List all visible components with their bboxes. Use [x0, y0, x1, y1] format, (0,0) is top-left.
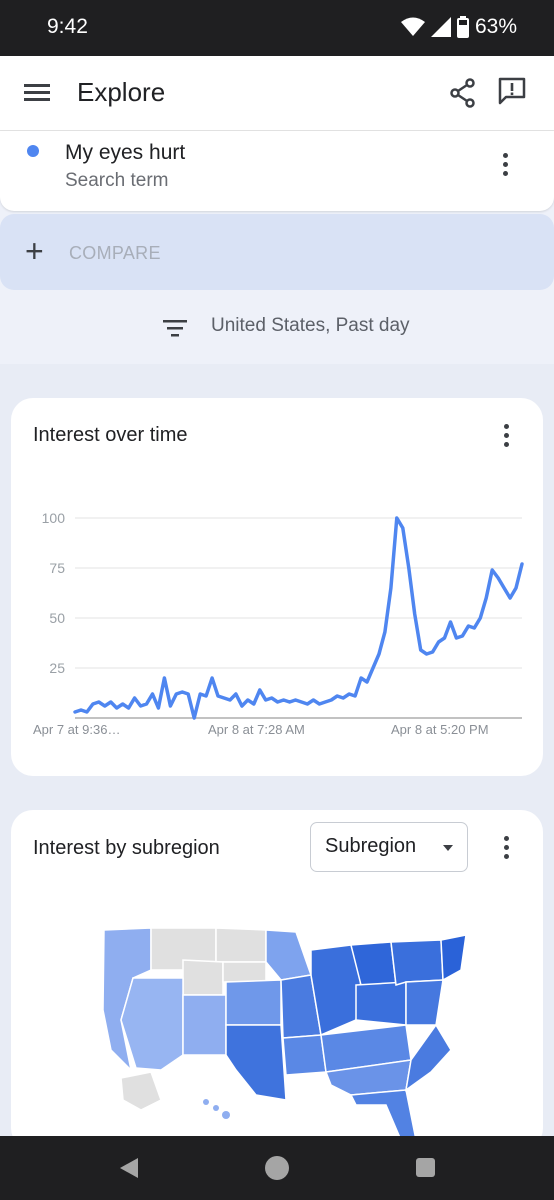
status-bar: 9:42 63%: [0, 0, 554, 56]
map-alaska-hawaii: [120, 1071, 230, 1119]
interest-line-chart: 100 75 50 25 Apr 7 at 9:36… Apr 8 at 7:28 AM A…: [33, 510, 524, 737]
plus-icon: +: [25, 233, 44, 269]
y-tick-label: 100: [42, 510, 66, 526]
recent-apps-icon[interactable]: [416, 1158, 435, 1177]
x-tick-label: Apr 8 at 5:20 PM: [391, 722, 489, 737]
app-bar: Explore: [0, 56, 554, 131]
map-regions: [102, 927, 467, 1141]
y-tick-label: 25: [49, 660, 65, 676]
x-tick-label: Apr 8 at 7:28 AM: [208, 722, 305, 737]
feedback-icon[interactable]: [497, 76, 527, 106]
system-navigation-bar: [0, 1136, 554, 1200]
page-title: Explore: [77, 77, 166, 107]
y-tick-label: 50: [49, 610, 65, 626]
wifi-icon: [400, 17, 425, 36]
battery-icon: [456, 16, 469, 38]
term-more-options-icon[interactable]: [493, 153, 517, 181]
menu-icon[interactable]: [24, 81, 52, 105]
home-icon[interactable]: [265, 1156, 289, 1180]
interest-over-time-card: Interest over time 100 75 50 25 Apr 7 at 9:3…: [11, 398, 543, 776]
term-color-dot: [27, 145, 39, 157]
compare-label: COMPARE: [69, 243, 161, 263]
y-tick-label: 75: [49, 560, 65, 576]
cell-signal-icon: [430, 17, 451, 37]
battery-percent: 63%: [474, 15, 517, 38]
back-icon[interactable]: [120, 1158, 138, 1178]
filter-label: United States, Past day: [211, 315, 410, 336]
search-term-name: My eyes hurt: [65, 141, 186, 164]
filter-icon: [163, 320, 187, 337]
search-term-subtitle: Search term: [65, 170, 169, 191]
filter-row[interactable]: United States, Past day: [0, 290, 554, 364]
us-choropleth-map[interactable]: [11, 810, 543, 1150]
status-time: 9:42: [47, 15, 88, 38]
compare-button[interactable]: + COMPARE: [0, 214, 554, 290]
x-tick-label: Apr 7 at 9:36…: [33, 722, 120, 737]
search-term-card[interactable]: My eyes hurt Search term: [0, 131, 554, 211]
interest-by-subregion-card: Interest by subregion Subregion: [11, 810, 543, 1150]
share-icon[interactable]: [448, 78, 478, 108]
status-icons: 63%: [400, 15, 517, 39]
